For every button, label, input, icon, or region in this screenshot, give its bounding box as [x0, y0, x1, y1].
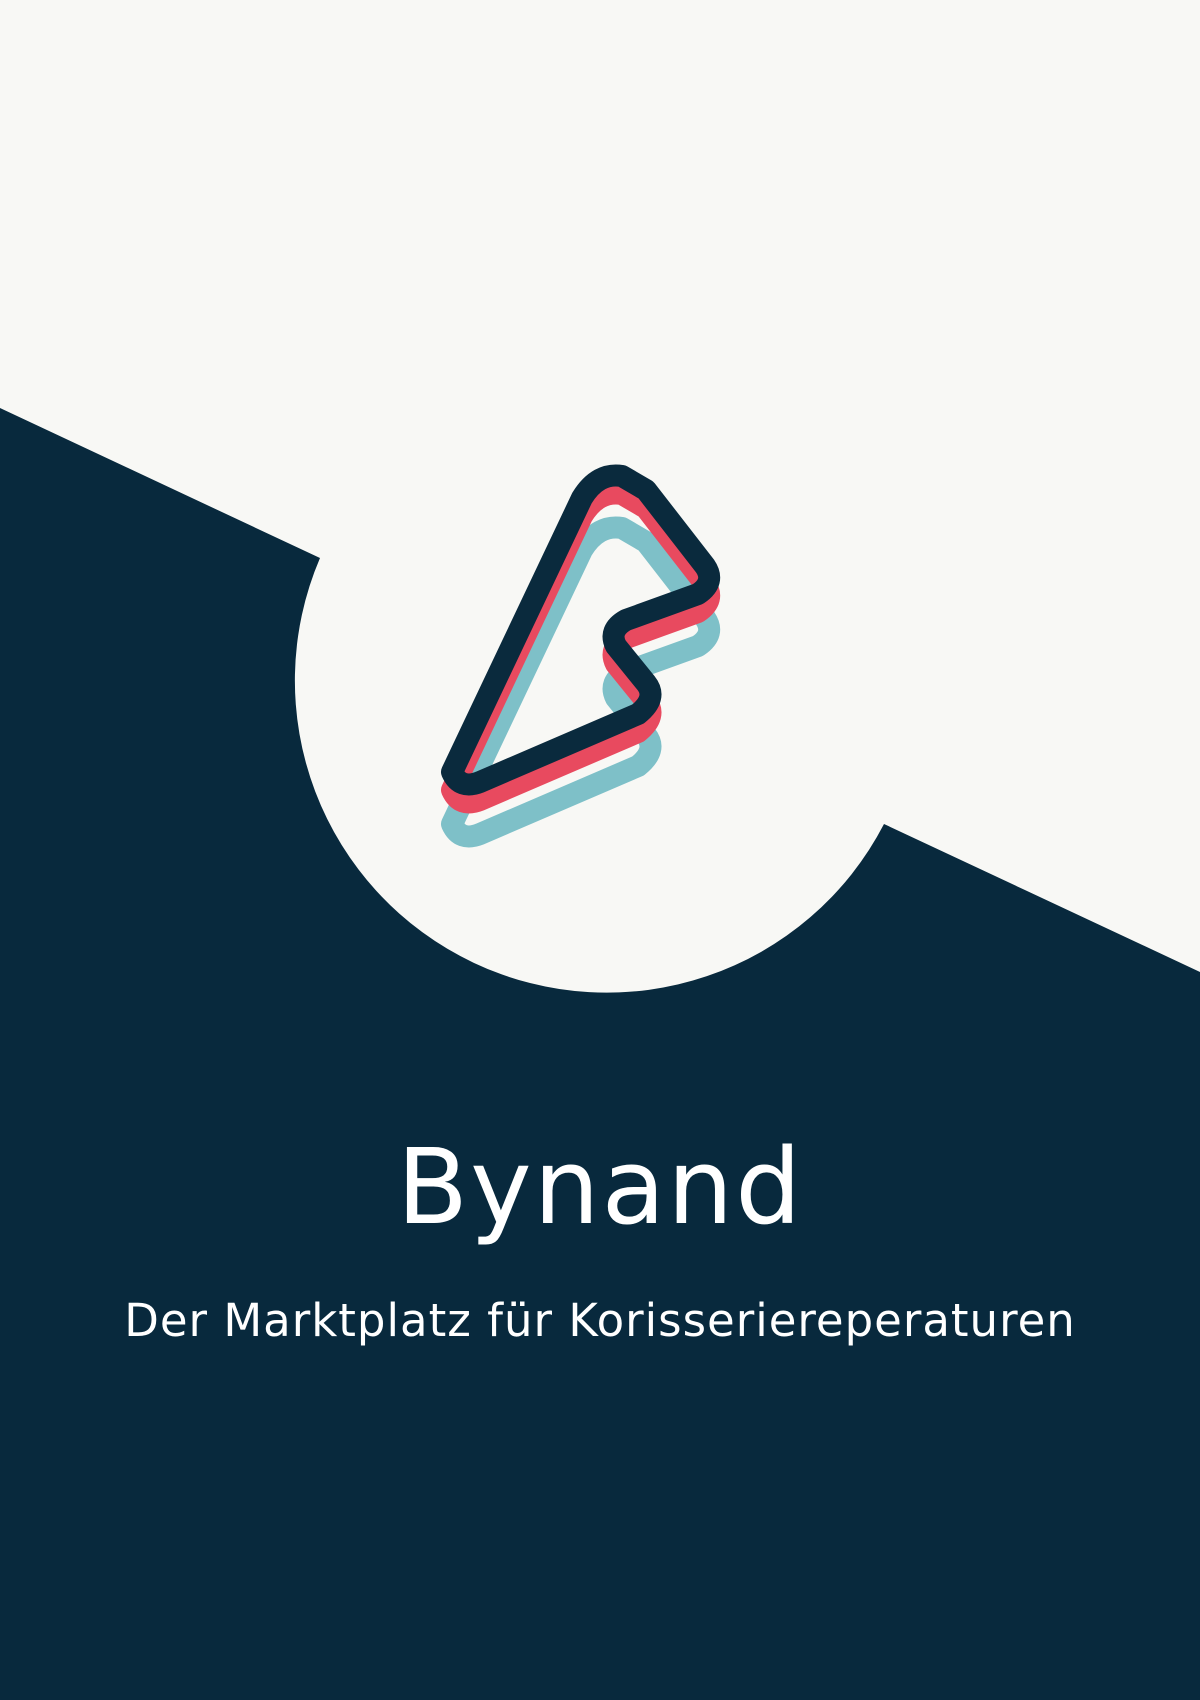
splash-screen: Bynand Der Marktplatz für Korisserierepe…: [0, 0, 1200, 1700]
bolt-logo-icon: [441, 464, 721, 848]
brand-name: Bynand: [396, 1126, 804, 1248]
tagline: Der Marktplatz für Korisseriereperaturen: [124, 1294, 1076, 1347]
